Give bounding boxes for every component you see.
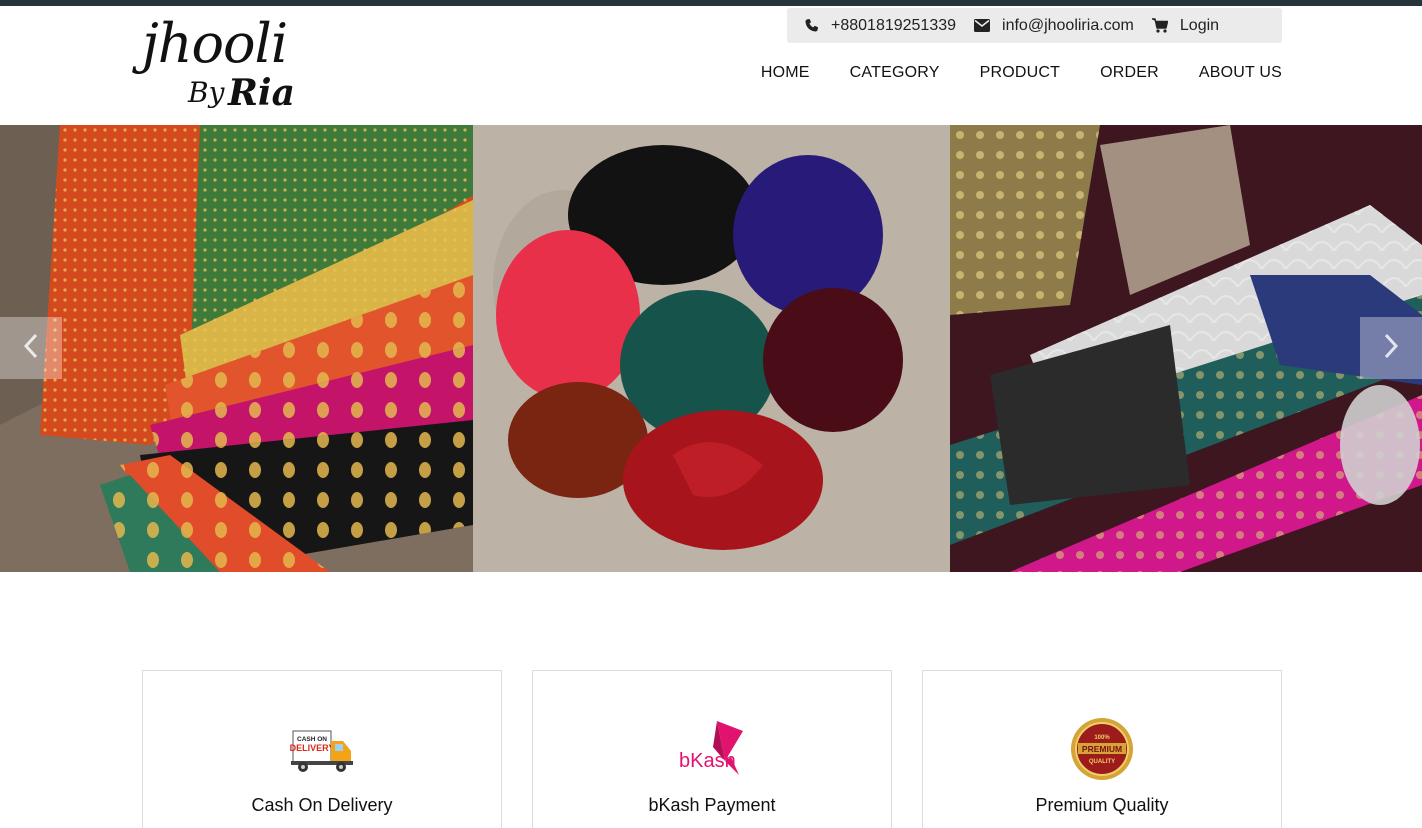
hero-slider <box>0 125 1422 572</box>
svg-text:PREMIUM: PREMIUM <box>1082 744 1122 754</box>
chevron-right-icon <box>1382 332 1400 365</box>
nav-category[interactable]: CATEGORY <box>850 64 940 82</box>
slider-next-button[interactable] <box>1360 317 1422 379</box>
phone-number: +8801819251339 <box>831 16 957 34</box>
logo-ria-text: Ria <box>228 72 295 114</box>
svg-text:bKash: bKash <box>679 750 736 772</box>
email-contact[interactable]: info@jhooliria.com <box>974 17 1134 35</box>
bkash-logo-icon: bKash <box>677 717 747 781</box>
logo-wordmark: jhooli <box>142 12 288 75</box>
svg-text:CASH ON: CASH ON <box>297 736 327 743</box>
login-link[interactable]: Login <box>1151 16 1220 35</box>
feature-title: bKash Payment <box>648 795 776 815</box>
slide-brocade-fabrics <box>0 125 473 572</box>
feature-cards: CASH ON DELIVERY Cash On Delivery bKash … <box>142 670 1282 828</box>
nav-home[interactable]: HOME <box>761 64 810 82</box>
svg-text:QUALITY: QUALITY <box>1089 759 1115 765</box>
slide-velvet-fabric-rolls <box>473 125 950 572</box>
site-header: jhooli By Ria +8801819251339 info@jhooli… <box>0 6 1422 125</box>
feature-card-cash-on-delivery: CASH ON DELIVERY Cash On Delivery <box>142 670 502 828</box>
slide-lace-trim-rolls <box>950 125 1422 572</box>
cart-icon <box>1151 18 1168 34</box>
slider-prev-button[interactable] <box>0 317 62 379</box>
nav-product[interactable]: PRODUCT <box>980 64 1061 82</box>
phone-icon <box>803 18 819 34</box>
svg-text:100%: 100% <box>1094 735 1110 741</box>
brand-logo[interactable]: jhooli By Ria <box>140 12 310 120</box>
feature-card-bkash-payment: bKash bKash Payment <box>532 670 892 828</box>
delivery-truck-icon: CASH ON DELIVERY <box>287 717 357 781</box>
nav-order[interactable]: ORDER <box>1100 64 1159 82</box>
logo-by-text: By <box>188 76 225 109</box>
feature-title: Cash On Delivery <box>251 795 393 815</box>
feature-card-premium-quality: 100% PREMIUM QUALITY Premium Quality <box>922 670 1282 828</box>
svg-text:DELIVERY: DELIVERY <box>290 743 335 753</box>
nav-about-us[interactable]: ABOUT US <box>1199 64 1282 82</box>
email-address: info@jhooliria.com <box>1002 16 1134 34</box>
envelope-icon <box>974 18 991 34</box>
premium-badge-icon: 100% PREMIUM QUALITY <box>1067 717 1137 781</box>
login-label: Login <box>1179 16 1220 34</box>
feature-title: Premium Quality <box>1035 795 1169 815</box>
main-nav: HOME CATEGORY PRODUCT ORDER ABOUT US <box>721 64 1282 82</box>
phone-contact[interactable]: +8801819251339 <box>803 17 956 35</box>
contact-bar: +8801819251339 info@jhooliria.com Login <box>787 8 1282 43</box>
chevron-left-icon <box>22 332 40 365</box>
